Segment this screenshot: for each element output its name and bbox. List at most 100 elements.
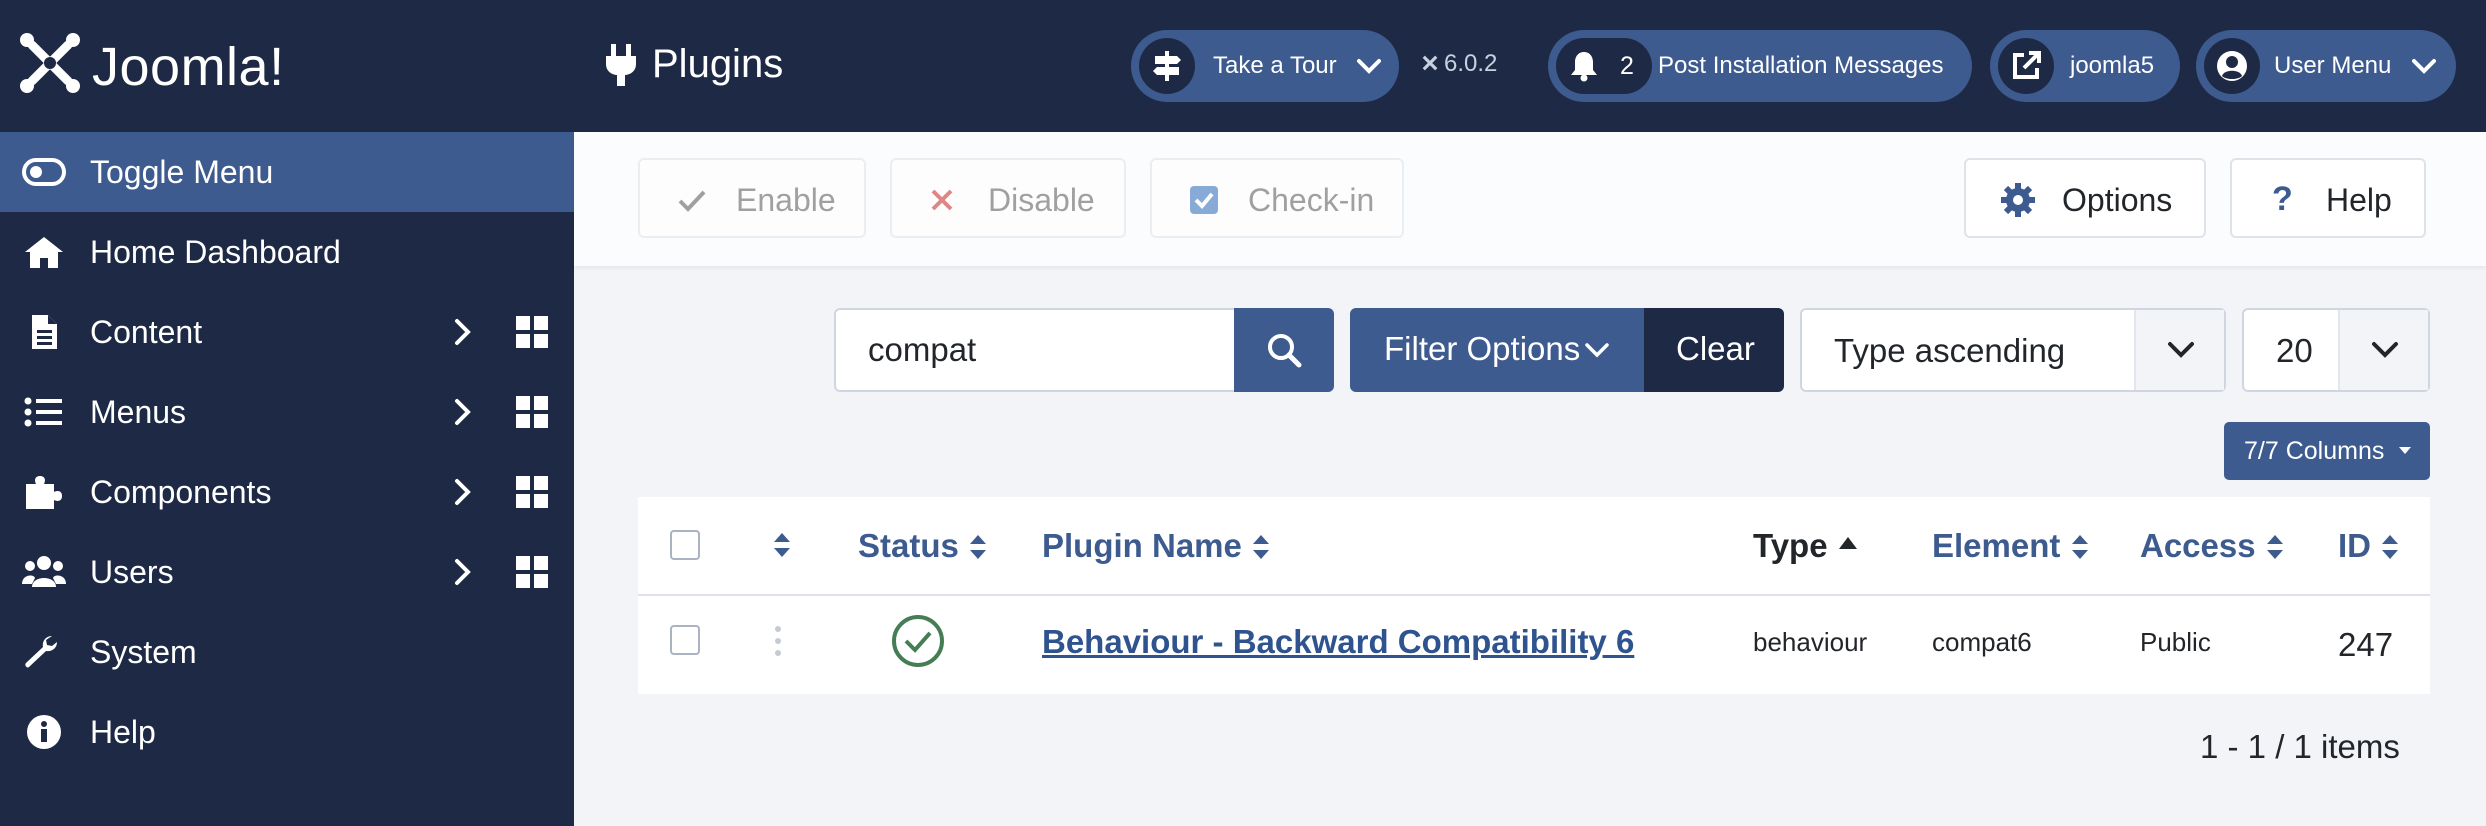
column-header-id[interactable]: ID — [2338, 527, 2400, 565]
toggle-menu-button[interactable]: Toggle Menu — [0, 132, 574, 212]
sidebar-item-help[interactable]: Help — [0, 692, 574, 772]
disable-label: Disable — [988, 182, 1095, 218]
sort-order-value: Type ascending — [1834, 332, 2066, 369]
sidebar-item-label: Help — [90, 714, 156, 750]
chevron-down-icon — [2412, 59, 2436, 74]
sort-ascending-icon — [1838, 537, 1857, 549]
sidebar-item-label: System — [90, 634, 197, 670]
sidebar-item-label: Content — [90, 314, 203, 350]
column-header-status[interactable]: Status — [858, 527, 988, 565]
user-avatar-icon — [2217, 51, 2247, 81]
row-checkbox[interactable] — [670, 625, 700, 655]
sidebar-item-label: Menus — [90, 394, 187, 430]
sidebar-item-home-dashboard[interactable]: Home Dashboard — [0, 212, 574, 292]
enable-label: Enable — [736, 182, 836, 218]
disable-button[interactable]: Disable — [890, 158, 1126, 238]
close-icon — [931, 189, 953, 211]
info-icon — [27, 715, 61, 749]
joomla-version: 6.0.2 — [1420, 50, 1497, 78]
sidebar-item-users[interactable]: Users — [0, 532, 574, 612]
toolbar: Enable Disable Check-in Options ? Help — [574, 132, 2486, 266]
chevron-right-icon[interactable] — [446, 554, 480, 590]
caret-down-icon — [2399, 447, 2411, 454]
sidebar-item-components[interactable]: Components — [0, 452, 574, 532]
chevron-down-icon — [1585, 343, 1609, 358]
sidebar-item-label: Components — [90, 474, 272, 510]
select-all-checkbox[interactable] — [670, 530, 700, 560]
plug-icon — [606, 44, 636, 86]
dashboard-grid-icon[interactable] — [514, 554, 550, 590]
plugin-element: compat6 — [1932, 627, 2032, 657]
file-icon — [32, 315, 57, 349]
chevron-right-icon[interactable] — [446, 394, 480, 430]
joomla-small-icon — [1422, 55, 1438, 71]
filter-options-button[interactable]: Filter Options — [1350, 308, 1646, 392]
options-button[interactable]: Options — [1964, 158, 2206, 238]
home-icon — [25, 237, 63, 268]
sidebar: Joomla! Toggle Menu Home Dashboard Conte… — [0, 0, 574, 826]
help-button[interactable]: ? Help — [2230, 158, 2426, 238]
chevron-right-icon[interactable] — [446, 474, 480, 510]
checkbox-checked-icon — [1190, 186, 1218, 214]
columns-dropdown-button[interactable]: 7/7 Columns — [2224, 422, 2430, 480]
search-input[interactable] — [834, 308, 1236, 392]
check-in-button[interactable]: Check-in — [1150, 158, 1404, 238]
wrench-icon — [25, 636, 57, 668]
bell-icon — [1571, 52, 1597, 82]
clear-button[interactable]: Clear — [1644, 308, 1784, 392]
filter-options-label: Filter Options — [1384, 330, 1581, 367]
column-header-element[interactable]: Element — [1932, 527, 2090, 565]
check-icon — [678, 190, 706, 212]
check-in-label: Check-in — [1248, 182, 1375, 218]
sidebar-item-content[interactable]: Content — [0, 292, 574, 372]
brand-logo[interactable]: Joomla! — [0, 0, 574, 132]
header-bar: Plugins Take a Tour 6.0.2 2 Post Install… — [574, 0, 2486, 132]
list-limit-select[interactable]: 20 — [2242, 308, 2430, 392]
signpost-icon — [1153, 51, 1181, 81]
chevron-right-icon[interactable] — [446, 314, 480, 350]
dashboard-grid-icon[interactable] — [514, 314, 550, 350]
sidebar-item-label: Users — [90, 554, 174, 590]
toggle-menu-label: Toggle Menu — [90, 154, 274, 190]
chevron-down-icon — [2372, 342, 2398, 358]
take-a-tour-dropdown[interactable]: Take a Tour — [1131, 30, 1399, 102]
sidebar-item-system[interactable]: System — [0, 612, 574, 692]
page-title: Plugins — [652, 42, 784, 86]
dashboard-grid-icon[interactable] — [514, 394, 550, 430]
search-button[interactable] — [1234, 308, 1334, 392]
column-header-access[interactable]: Access — [2140, 527, 2285, 565]
plugin-id: 247 — [2338, 626, 2394, 663]
column-header-plugin-name[interactable]: Plugin Name — [1042, 527, 1271, 565]
clear-label: Clear — [1676, 330, 1755, 367]
brand-name: Joomla! — [92, 37, 285, 97]
plugin-name-link[interactable]: Behaviour - Backward Compatibility 6 — [1042, 623, 1634, 661]
sidebar-item-menus[interactable]: Menus — [0, 372, 574, 452]
puzzle-icon — [26, 476, 62, 509]
joomla-logo-icon — [20, 33, 80, 93]
sort-icon — [1253, 535, 1270, 559]
user-menu-dropdown[interactable]: User Menu — [2196, 30, 2456, 102]
drag-handle-icon[interactable] — [774, 624, 782, 658]
sort-icon[interactable] — [772, 530, 792, 560]
table-header-row: Status Plugin Name Type Element Access I… — [638, 497, 2430, 596]
take-a-tour-label: Take a Tour — [1213, 52, 1337, 79]
chevron-down-icon — [2168, 342, 2194, 358]
post-installation-label: Post Installation Messages — [1658, 52, 1944, 79]
enable-button[interactable]: Enable — [638, 158, 866, 238]
sort-order-select[interactable]: Type ascending — [1800, 308, 2226, 392]
plugin-access: Public — [2140, 627, 2211, 657]
search-icon — [1268, 334, 1302, 368]
dashboard-grid-icon[interactable] — [514, 474, 550, 510]
post-installation-messages-button[interactable]: 2 Post Installation Messages — [1548, 30, 1972, 102]
columns-label: 7/7 Columns — [2244, 437, 2385, 465]
users-icon — [22, 556, 66, 587]
options-label: Options — [2062, 182, 2173, 218]
list-icon — [24, 397, 62, 427]
external-link-icon — [2013, 51, 2041, 79]
question-icon: ? — [2272, 180, 2293, 218]
view-site-button[interactable]: joomla5 — [1990, 30, 2180, 102]
toggle-icon — [22, 158, 66, 186]
site-label: joomla5 — [2070, 52, 2155, 79]
enabled-status-icon[interactable] — [891, 614, 945, 668]
column-header-type[interactable]: Type — [1753, 527, 1859, 565]
